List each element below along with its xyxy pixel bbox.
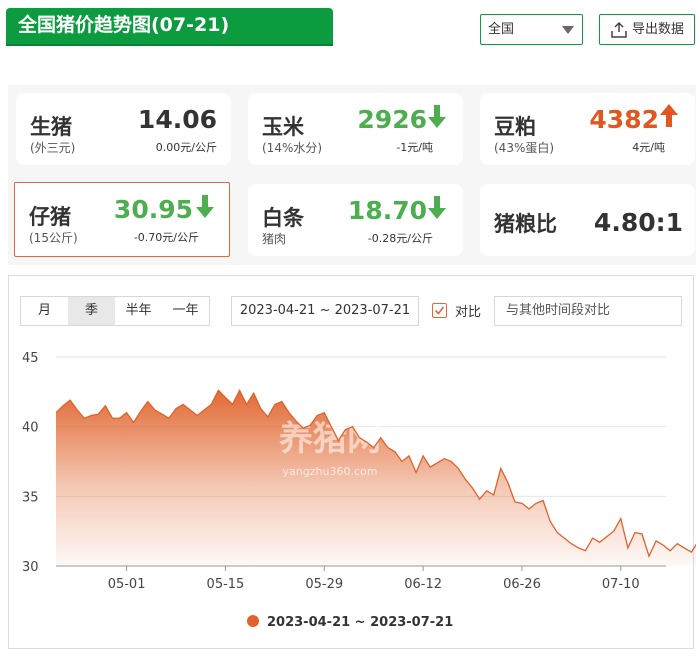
legend-label: 2023-04-21 ~ 2023-07-21 — [267, 615, 453, 630]
x-tick-label: 07-10 — [602, 577, 640, 592]
x-tick-label: 05-29 — [305, 577, 343, 592]
x-tick-label: 05-15 — [207, 577, 245, 592]
x-tick-label: 05-01 — [108, 577, 146, 592]
y-tick-label: 35 — [22, 490, 39, 505]
series-area — [56, 390, 696, 566]
watermark-domain: yangzhu360.com — [283, 465, 378, 478]
y-tick-label: 45 — [22, 351, 39, 366]
y-tick-label: 40 — [22, 421, 39, 436]
x-tick-label: 06-12 — [404, 577, 442, 592]
y-tick-label: 30 — [22, 560, 39, 575]
legend-marker — [247, 615, 259, 627]
x-tick-label: 06-26 — [503, 577, 541, 592]
price-trend-chart: 30354045养猪网yangzhu360.com05-01 05-15 05-29… — [22, 351, 696, 630]
